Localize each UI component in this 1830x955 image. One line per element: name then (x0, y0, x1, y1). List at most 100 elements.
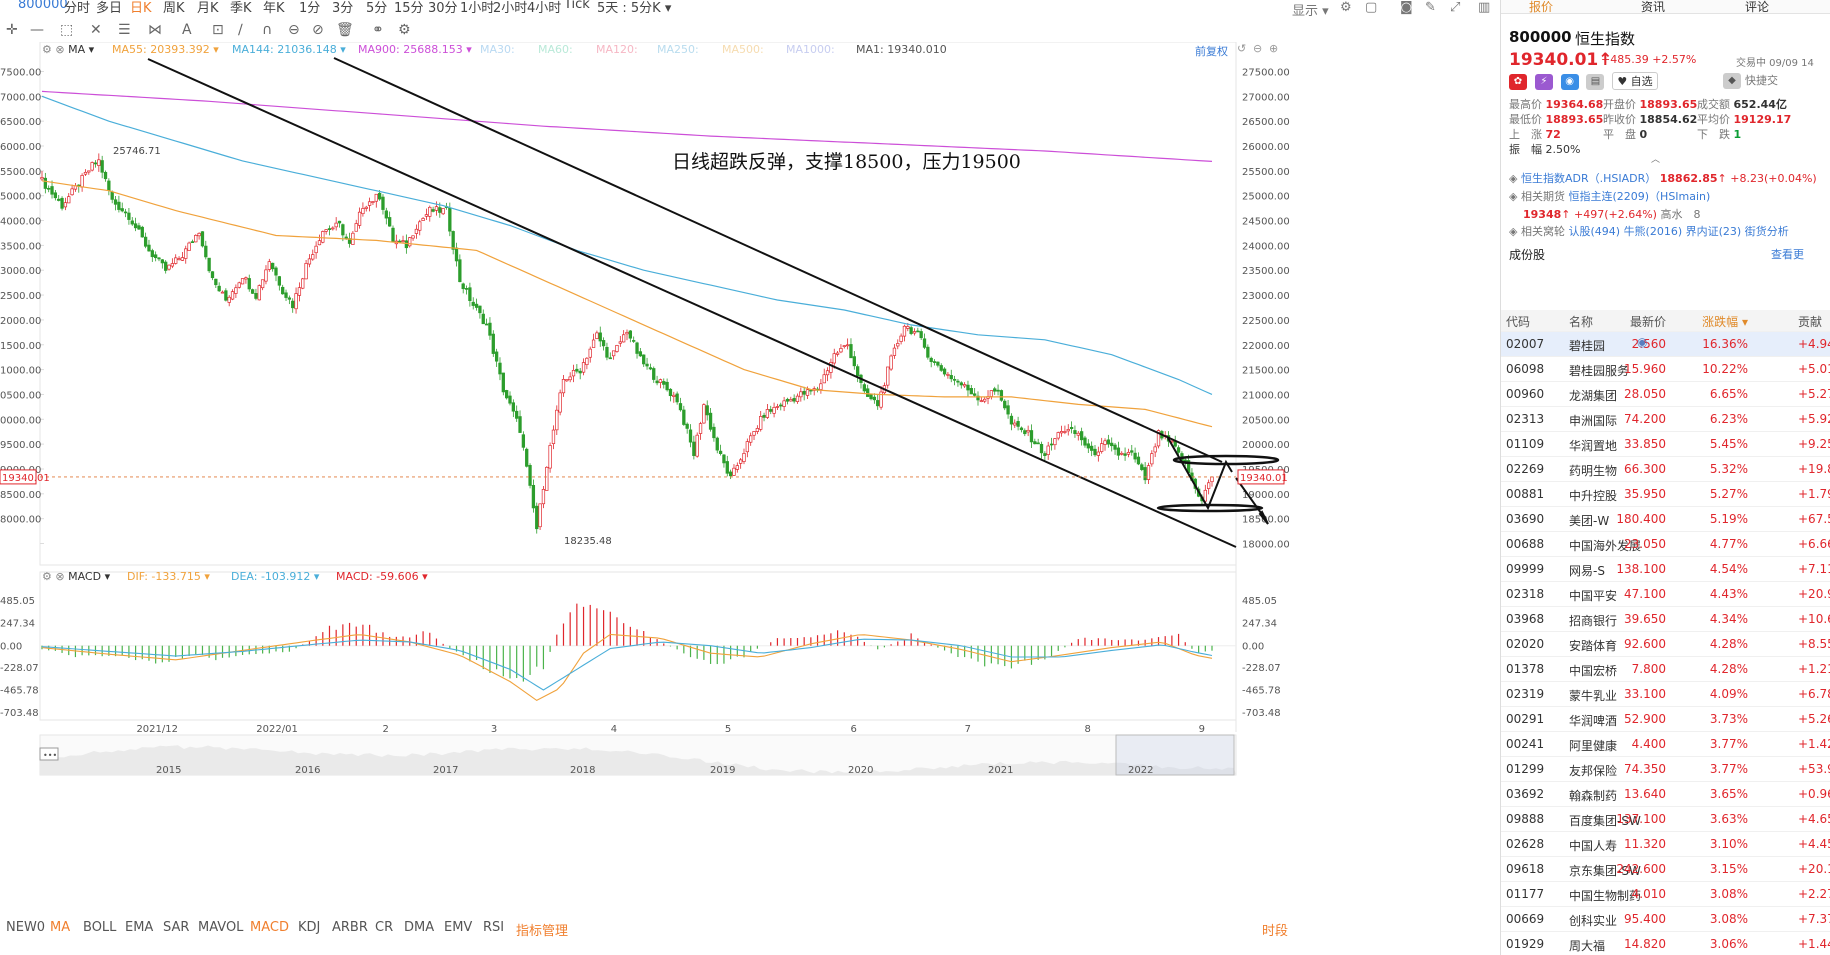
period-6[interactable]: 年K (263, 0, 285, 14)
note-icon[interactable]: ▤ (1586, 73, 1605, 90)
period-12[interactable]: 1小时 (460, 0, 494, 14)
table-row[interactable]: 02020安踏体育92.6004.28%+8.55 (1501, 632, 1830, 657)
period-3[interactable]: 周K (163, 0, 185, 14)
gear-icon[interactable]: ⚙ (1340, 0, 1352, 15)
close-icon[interactable]: ⊗ (55, 43, 64, 56)
table-row[interactable]: 00291华润啤酒52.9003.73%+5.26 (1501, 707, 1830, 732)
warrant-link-rights[interactable]: 认股(494) (1568, 225, 1620, 238)
link-tool-icon[interactable]: ⚭ (372, 22, 384, 38)
indicator-button[interactable]: MA (50, 920, 70, 935)
hide-tool-icon[interactable]: ⊘ (312, 22, 324, 38)
edit-icon[interactable]: ✎ (1425, 0, 1436, 15)
period-4[interactable]: 月K (197, 0, 219, 14)
period-2[interactable]: 日K (130, 0, 152, 14)
column-header[interactable]: 代码 (1506, 313, 1530, 330)
alert-icon[interactable]: ⚡ (1534, 73, 1553, 90)
table-row[interactable]: 02628中国人寿11.3203.10%+4.45 (1501, 832, 1830, 857)
period-1[interactable]: 多日 (96, 0, 122, 14)
period-5[interactable]: 季K (230, 0, 252, 14)
gear-icon[interactable]: ⚙ (42, 43, 52, 56)
share-icon[interactable]: ◉ (1560, 73, 1579, 90)
table-row[interactable]: 09888百度集团-SW137.1003.63%+4.65 (1501, 807, 1830, 832)
zoom-in-icon[interactable]: ⊕ (1269, 42, 1278, 55)
ruler-tool-icon[interactable]: ⊡ (212, 22, 224, 38)
table-row[interactable]: 02007碧桂园2.56016.36%+4.94◉ (1501, 332, 1830, 357)
reset-icon[interactable]: ↺ (1237, 42, 1246, 55)
line-tool-icon[interactable]: — (30, 22, 44, 38)
table-row[interactable]: 06098碧桂园服务15.96010.22%+5.01 (1501, 357, 1830, 382)
close-icon[interactable]: ⊗ (55, 570, 64, 583)
table-row[interactable]: 09999网易-S138.1004.54%+7.11 (1501, 557, 1830, 582)
period-8[interactable]: 3分 (332, 0, 353, 14)
indicator-button[interactable]: MACD (250, 920, 289, 935)
indicator-button[interactable]: BOLL (83, 920, 116, 935)
magnet-tool-icon[interactable]: ∩ (262, 22, 272, 38)
period-10[interactable]: 15分 (394, 0, 424, 14)
layout-icon[interactable]: ▢ (1365, 0, 1377, 15)
table-row[interactable]: 03690美团-W180.4005.19%+67.53 (1501, 507, 1830, 532)
period-16[interactable]: 5天 : 5分K ▾ (597, 0, 671, 14)
table-row[interactable]: 00960龙湖集团28.0506.65%+5.27 (1501, 382, 1830, 407)
lock-tool-icon[interactable]: ⊖ (288, 22, 300, 38)
table-row[interactable]: 00881中升控股35.9505.27%+1.79 (1501, 482, 1830, 507)
session-button[interactable]: 时段 (1262, 920, 1288, 939)
symbol-code[interactable]: 800000 (18, 0, 68, 12)
period-11[interactable]: 30分 (428, 0, 458, 14)
collapse-icon[interactable]: ︿ (1651, 152, 1660, 165)
table-row[interactable]: 02313申洲国际74.2006.23%+5.92 (1501, 407, 1830, 432)
indicator-button[interactable]: NEW0 (6, 920, 45, 935)
period-13[interactable]: 2小时 (493, 0, 527, 14)
indicator-button[interactable]: KDJ (298, 920, 320, 935)
zoom-out-icon[interactable]: ⊖ (1253, 42, 1262, 55)
table-row[interactable]: 01177中国生物制药4.0103.08%+2.27 (1501, 882, 1830, 907)
fullscreen-icon[interactable]: ⤢ (1450, 0, 1460, 15)
table-row[interactable]: 02318中国平安47.1004.43%+20.90 (1501, 582, 1830, 607)
table-row[interactable]: 01929周大福14.8203.06%+1.44 (1501, 932, 1830, 955)
camera-icon[interactable]: ◙ (1400, 0, 1413, 15)
column-header[interactable]: 贡献 (1798, 313, 1822, 330)
quick-trade[interactable]: ◆ 快捷交 (1723, 72, 1778, 89)
futures-name[interactable]: 恒指主连(2209)（HSImain) (1568, 190, 1710, 203)
chart-area[interactable]: 7500.00 27500.00 7000.00 27000.00 6500.00 265… (0, 42, 1500, 910)
table-row[interactable]: 03968招商银行39.6504.34%+10.64 (1501, 607, 1830, 632)
column-header[interactable]: 涨跌幅 ▾ (1702, 313, 1748, 330)
warrant-link-cbbc[interactable]: 牛熊(2016) (1624, 225, 1683, 238)
table-row[interactable]: 00241阿里健康4.4003.77%+1.42 (1501, 732, 1830, 757)
indicator-button[interactable]: EMV (444, 920, 472, 935)
tab-quote[interactable]: 报价 (1529, 0, 1553, 15)
table-row[interactable]: 02319蒙牛乳业33.1004.09%+6.78 (1501, 682, 1830, 707)
indicator-button[interactable]: 指标管理 (516, 920, 568, 939)
period-7[interactable]: 1分 (299, 0, 320, 14)
crosshair-tool-icon[interactable]: ✛ (6, 22, 18, 38)
sidebar-toggle-icon[interactable]: ▥ (1478, 0, 1490, 15)
adjust-mode[interactable]: 前复权 (1195, 43, 1228, 59)
table-row[interactable]: 03692翰森制药13.6403.65%+0.96 (1501, 782, 1830, 807)
indicator-button[interactable]: EMA (125, 920, 153, 935)
indicator-button[interactable]: RSI (483, 920, 504, 935)
table-row[interactable]: 00688中国海外发展23.0504.77%+6.66 (1501, 532, 1830, 557)
indicator-button[interactable]: CR (375, 920, 393, 935)
period-15[interactable]: Tick (564, 0, 590, 12)
settings-tool-icon[interactable]: ⚙ (398, 22, 411, 38)
gear-icon[interactable]: ⚙ (42, 570, 52, 583)
pattern-tool-icon[interactable]: ⋈ (148, 22, 162, 38)
indicator-button[interactable]: DMA (404, 920, 434, 935)
column-header[interactable]: 最新价 (1630, 313, 1666, 330)
table-row[interactable]: 01109华润置地33.8505.45%+9.25 (1501, 432, 1830, 457)
indicator-button[interactable]: MAVOL (198, 920, 243, 935)
add-watchlist-button[interactable]: ♥ 自选 (1612, 72, 1658, 90)
period-14[interactable]: 4小时 (527, 0, 561, 14)
warrant-link-analysis[interactable]: 街货分析 (1745, 225, 1789, 238)
table-row[interactable]: 02269药明生物66.3005.32%+19.86 (1501, 457, 1830, 482)
trash-icon[interactable]: 🗑 (336, 22, 354, 38)
period-9[interactable]: 5分 (366, 0, 387, 14)
warrant-link-inline[interactable]: 界内证(23) (1686, 225, 1742, 238)
table-row[interactable]: 09618京东集团-SW242.6003.15%+20.11 (1501, 857, 1830, 882)
period-0[interactable]: 分时 (64, 0, 90, 14)
table-row[interactable]: 01299友邦保险74.3503.77%+53.98 (1501, 757, 1830, 782)
indicator-button[interactable]: SAR (163, 920, 189, 935)
fib-tool-icon[interactable]: ✕ (90, 22, 102, 38)
watch-icon[interactable]: ◉ (1637, 335, 1647, 349)
table-row[interactable]: 01378中国宏桥7.8004.28%+1.21 (1501, 657, 1830, 682)
tab-comments[interactable]: 评论 (1745, 0, 1769, 15)
